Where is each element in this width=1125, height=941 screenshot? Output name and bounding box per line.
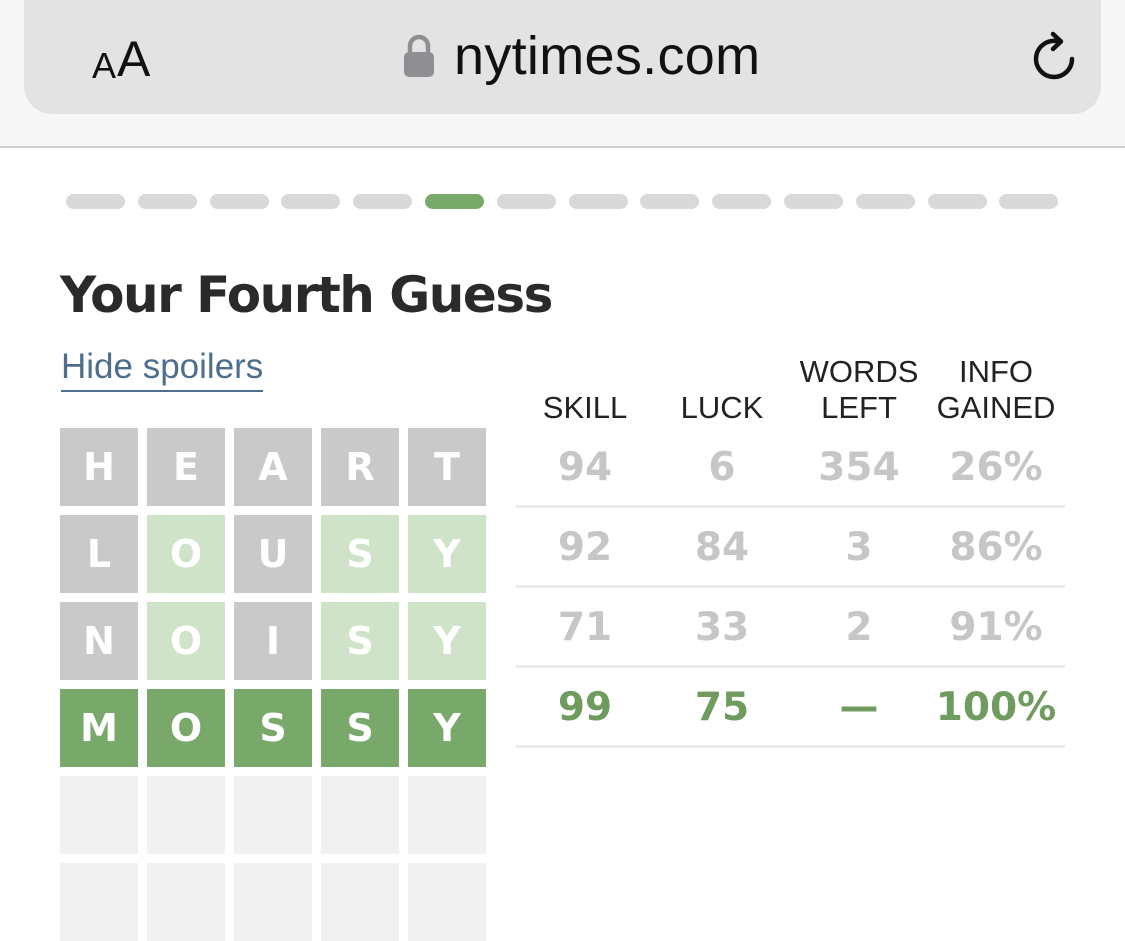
progress-step [640, 194, 700, 209]
progress-step [496, 194, 556, 209]
letter-tile [60, 776, 138, 854]
letter-tile [321, 863, 399, 941]
page-title: Your Fourth Guess [60, 266, 553, 324]
stats-cell: 6 [708, 444, 736, 490]
stats-column-header: SKILL [542, 390, 628, 425]
url-display[interactable]: nytimes.com [402, 26, 760, 86]
stats-column-header: LUCK [680, 390, 764, 425]
letter-tile [60, 863, 138, 941]
progress-step-current [425, 194, 484, 209]
progress-step [784, 194, 843, 209]
stats-column-header: INFO [958, 354, 1034, 389]
letter-tile [234, 863, 312, 941]
text-size-button[interactable]: AA [92, 28, 150, 84]
letter-tile [147, 863, 225, 941]
progress-step [712, 194, 772, 209]
reload-icon[interactable] [1028, 30, 1082, 84]
stats-column-header: WORDS [799, 354, 919, 389]
letter-tile: Y [408, 602, 486, 680]
letter-tile: T [408, 428, 486, 506]
stats-cell: 2 [845, 604, 873, 650]
stats-cell: 354 [818, 444, 900, 490]
letter-tile: L [60, 515, 138, 593]
letter-tile: A [234, 428, 312, 506]
letter-tile: S [321, 515, 399, 593]
letter-tile [147, 776, 225, 854]
progress-step [137, 194, 197, 209]
progress-step [855, 194, 915, 209]
progress-step [927, 194, 987, 209]
letter-tile: Y [408, 515, 486, 593]
lock-icon [404, 34, 434, 77]
text-size-small-glyph: A [92, 45, 117, 86]
letter-tile: S [321, 689, 399, 767]
letter-tile: N [60, 602, 138, 680]
stats-column-header: LEFT [821, 390, 897, 425]
progress-step [66, 194, 125, 209]
letter-tile: E [147, 428, 225, 506]
address-bar[interactable]: AA nytimes.com [24, 0, 1101, 114]
letter-tile: Y [408, 689, 486, 767]
letter-tile [408, 776, 486, 854]
letter-tile [408, 863, 486, 941]
stats-cell: 26% [949, 444, 1043, 490]
progress-step [281, 194, 341, 209]
letter-tile [234, 776, 312, 854]
stats-cell: 3 [845, 524, 873, 570]
stats-cell: 75 [694, 684, 750, 730]
stats-cell: 71 [557, 604, 613, 650]
stats-cell: 91% [949, 604, 1043, 650]
stats-cell: 100% [935, 684, 1057, 730]
letter-tile: O [147, 689, 225, 767]
browser-toolbar: AA nytimes.com [0, 0, 1125, 148]
stats-cell: 94 [557, 444, 613, 490]
stats-cell: 86% [949, 524, 1043, 570]
letter-tile: H [60, 428, 138, 506]
letter-tile: S [321, 602, 399, 680]
progress-step [209, 194, 269, 209]
progress-step [999, 194, 1059, 209]
stats-cell: — [839, 684, 879, 730]
hide-spoilers-link[interactable]: Hide spoilers [61, 347, 264, 392]
stats-cell: 99 [557, 684, 613, 730]
progress-step [353, 194, 413, 209]
stats-column-header: GAINED [936, 390, 1056, 425]
row-divider [516, 745, 1065, 748]
letter-tile: I [234, 602, 312, 680]
stats-cell: 33 [694, 604, 750, 650]
letter-tile: O [147, 515, 225, 593]
letter-tile: O [147, 602, 225, 680]
progress-step [568, 194, 628, 209]
text-size-large-glyph: A [117, 31, 151, 87]
letter-tile: S [234, 689, 312, 767]
letter-tile [321, 776, 399, 854]
letter-tile: U [234, 515, 312, 593]
stats-cell: 92 [557, 524, 613, 570]
stats-cell: 84 [694, 524, 750, 570]
url-text: nytimes.com [454, 26, 761, 86]
letter-tile: R [321, 428, 399, 506]
letter-tile: M [60, 689, 138, 767]
